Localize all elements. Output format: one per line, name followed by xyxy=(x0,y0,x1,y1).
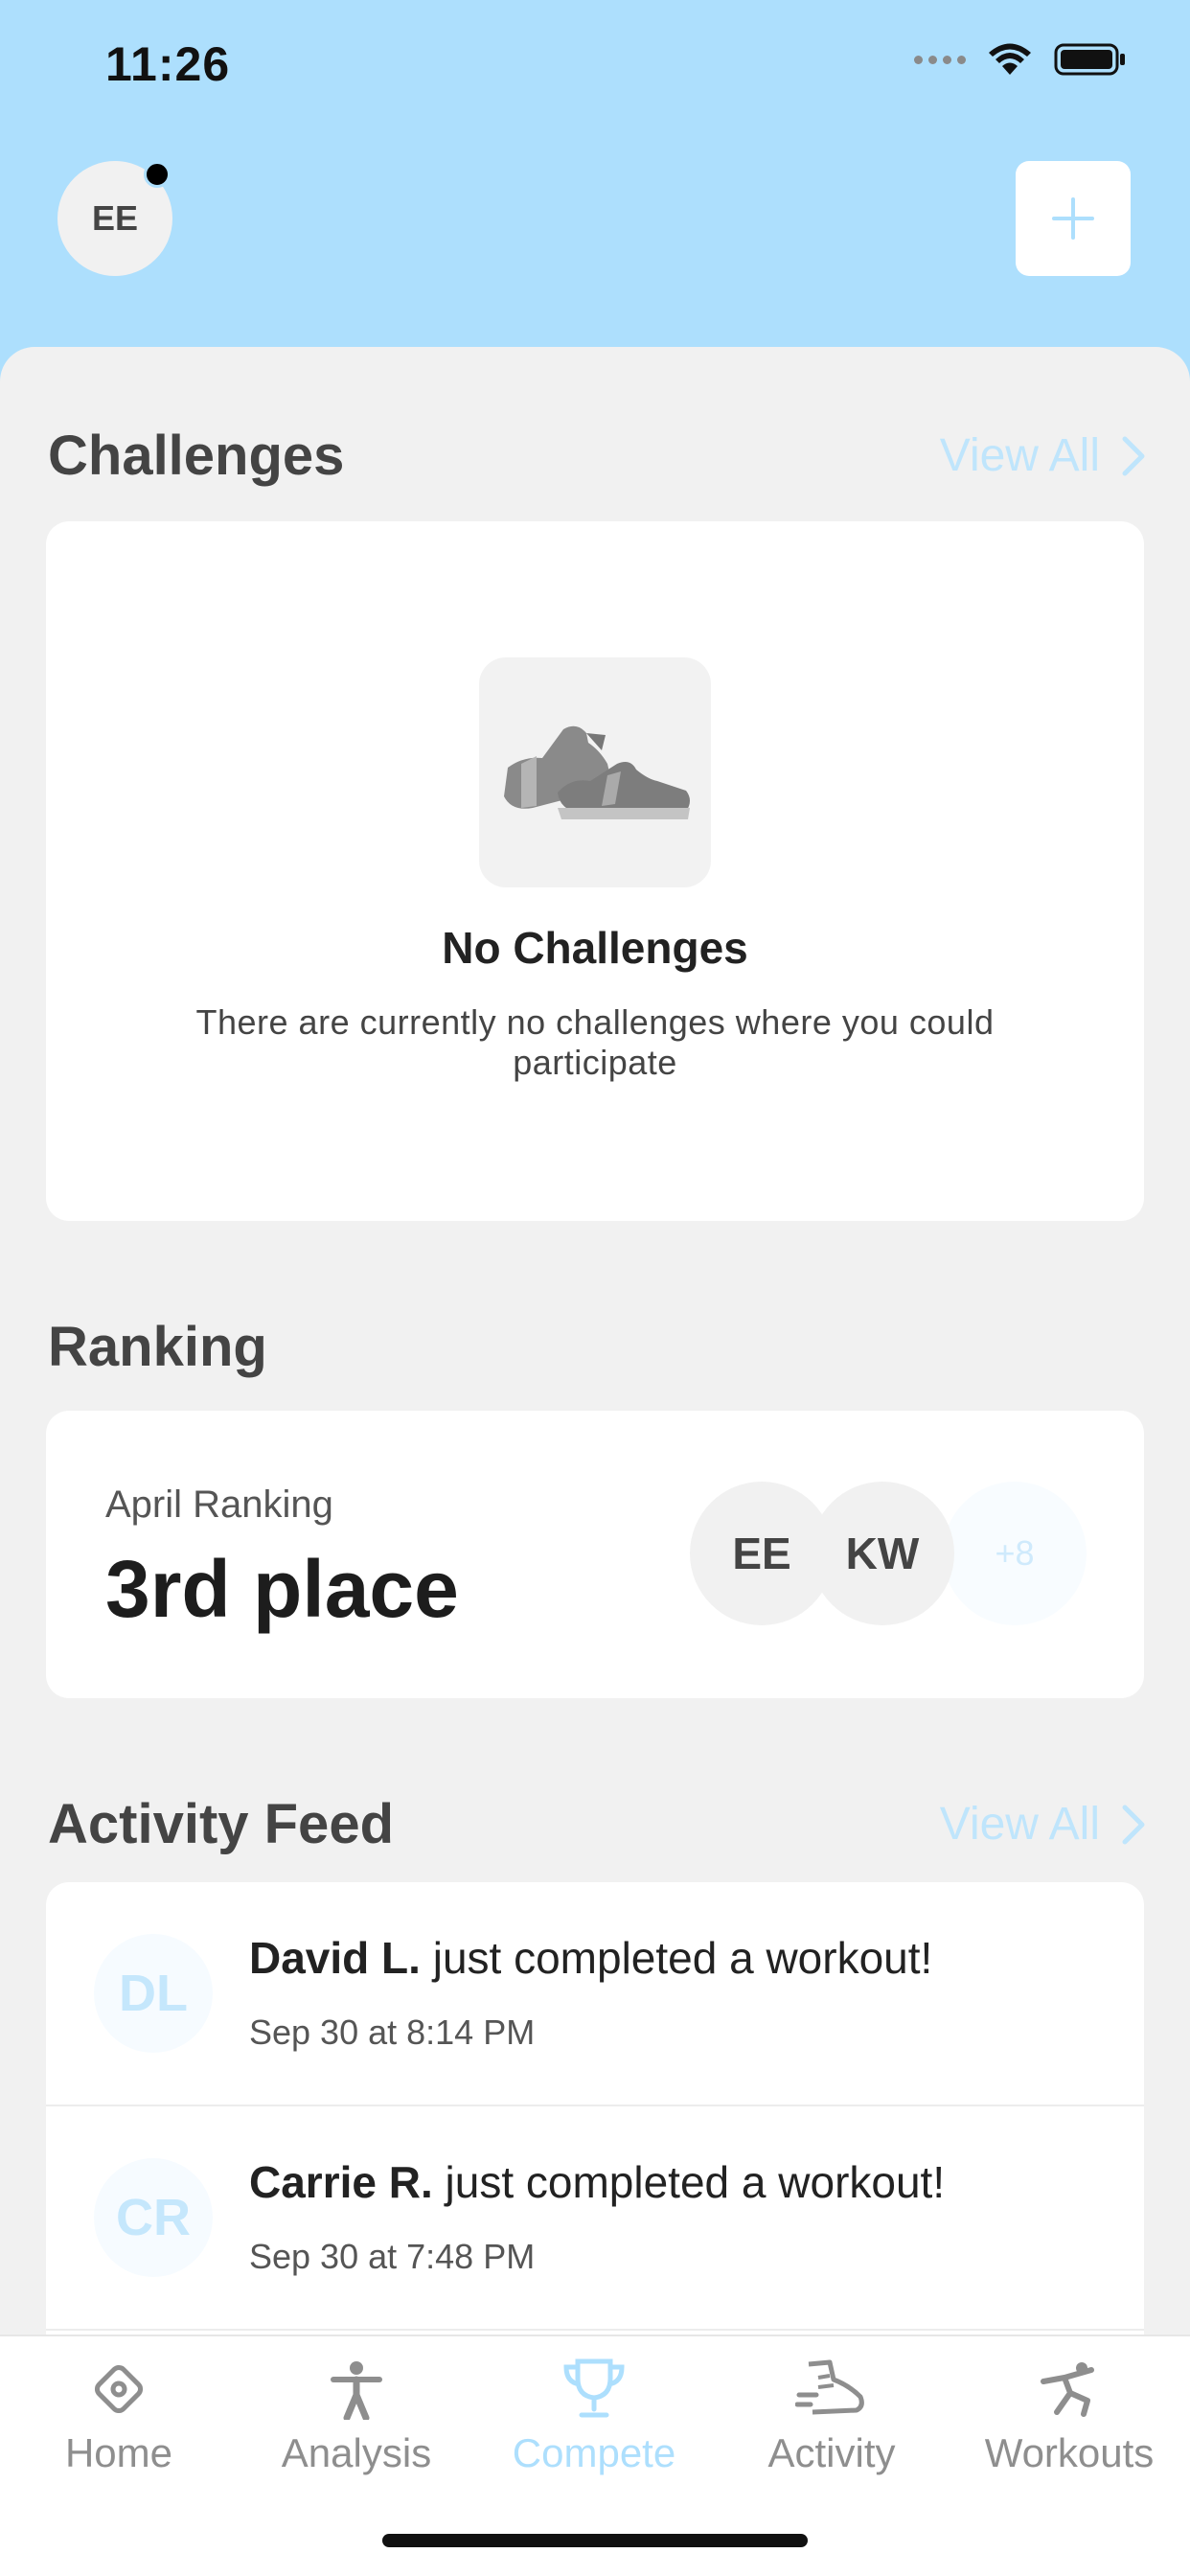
activity-shoe-icon xyxy=(795,2356,868,2423)
feed-user-name: David L. xyxy=(249,1933,421,1983)
feed-action: just completed a workout! xyxy=(420,1933,933,1983)
trophy-icon xyxy=(561,2356,628,2423)
list-item[interactable]: CR Carrie R. just completed a workout! S… xyxy=(46,2106,1144,2331)
tab-label: Workouts xyxy=(984,2430,1155,2475)
wifi-icon xyxy=(989,43,1031,75)
chevron-right-icon xyxy=(1122,1805,1145,1844)
view-all-label: View All xyxy=(939,1799,1100,1850)
ranking-title: Ranking xyxy=(48,1316,267,1378)
feed-user-name: Carrie R. xyxy=(249,2157,433,2207)
signal-icon xyxy=(914,55,966,64)
list-item[interactable]: DL David L. just completed a workout! Se… xyxy=(46,1882,1144,2106)
avatar: DL xyxy=(94,1934,213,2053)
home-indicator[interactable] xyxy=(382,2534,808,2547)
tab-label: Analysis xyxy=(281,2430,432,2475)
feed-view-all[interactable]: View All xyxy=(940,1798,1146,1851)
tab-home[interactable]: Home xyxy=(0,2336,238,2490)
ranking-label: April Ranking xyxy=(105,1484,333,1526)
challenges-title: Challenges xyxy=(48,425,345,487)
tab-label: Compete xyxy=(512,2430,676,2475)
tab-label: Home xyxy=(64,2430,173,2475)
more-participants-badge: +8 xyxy=(943,1482,1087,1625)
view-all-label: View All xyxy=(939,430,1100,481)
notification-dot xyxy=(144,161,171,188)
feed-action: just completed a workout! xyxy=(432,2157,946,2207)
feed-timestamp: Sep 30 at 8:14 PM xyxy=(249,2012,536,2052)
sneakers-illustration xyxy=(479,657,711,887)
ranking-value: 3rd place xyxy=(105,1544,459,1634)
feed-timestamp: Sep 30 at 7:48 PM xyxy=(249,2237,536,2276)
empty-description: There are currently no challenges where … xyxy=(195,1002,995,1082)
status-icons xyxy=(914,42,1127,77)
participant-avatar: EE xyxy=(690,1482,834,1625)
workout-figure-icon xyxy=(1036,2356,1103,2423)
empty-title: No Challenges xyxy=(442,923,748,973)
add-button[interactable] xyxy=(1016,161,1131,276)
activity-feed-title: Activity Feed xyxy=(48,1793,394,1855)
avatar: CR xyxy=(94,2158,213,2277)
feed-message: David L. just completed a workout! xyxy=(249,1932,932,1984)
sneakers-icon xyxy=(504,725,690,819)
divider xyxy=(46,2329,1144,2331)
tab-activity[interactable]: Activity xyxy=(713,2336,950,2490)
person-icon xyxy=(326,2356,387,2423)
tab-analysis[interactable]: Analysis xyxy=(238,2336,475,2490)
chevron-right-icon xyxy=(1122,436,1145,475)
plus-icon xyxy=(1052,197,1094,240)
tab-label: Activity xyxy=(767,2430,896,2475)
status-time: 11:26 xyxy=(105,37,231,91)
tab-workouts[interactable]: Workouts xyxy=(950,2336,1188,2490)
battery-icon xyxy=(1054,43,1125,76)
challenges-view-all[interactable]: View All xyxy=(940,429,1146,482)
tab-compete[interactable]: Compete xyxy=(475,2336,713,2490)
home-icon xyxy=(88,2356,149,2423)
feed-message: Carrie R. just completed a workout! xyxy=(249,2156,945,2208)
